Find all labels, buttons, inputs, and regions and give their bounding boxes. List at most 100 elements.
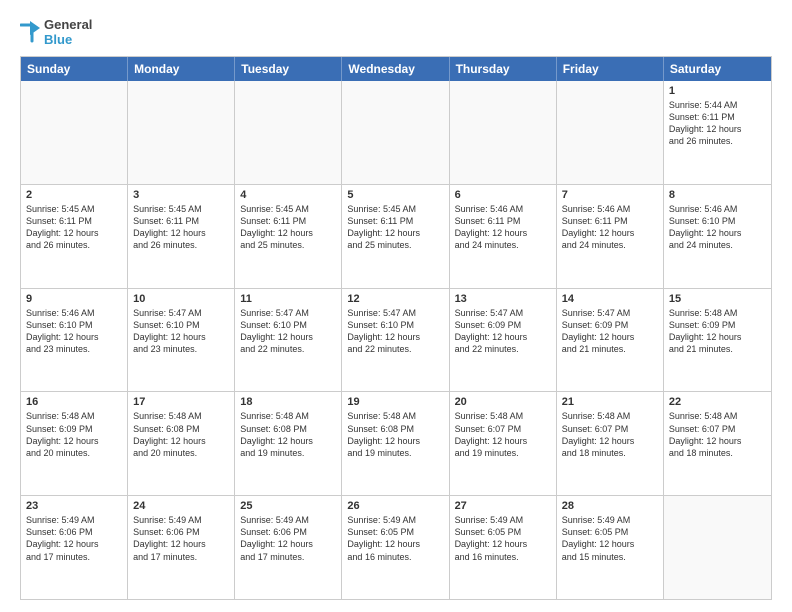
calendar-cell: 23 Sunrise: 5:49 AM Sunset: 6:06 PM Dayli… [21,496,128,599]
logo: General Blue [20,18,92,48]
day-number: 16 [26,396,122,408]
calendar-cell [235,81,342,184]
header-day-monday: Monday [128,57,235,81]
day-info: Sunrise: 5:48 AM Sunset: 6:08 PM Dayligh… [347,410,443,459]
logo-general-text: General [44,18,92,33]
day-info: Sunrise: 5:47 AM Sunset: 6:10 PM Dayligh… [240,307,336,356]
day-number: 5 [347,189,443,201]
day-number: 12 [347,293,443,305]
calendar-cell: 18 Sunrise: 5:48 AM Sunset: 6:08 PM Dayli… [235,392,342,495]
day-info: Sunrise: 5:45 AM Sunset: 6:11 PM Dayligh… [240,203,336,252]
calendar-cell: 24 Sunrise: 5:49 AM Sunset: 6:06 PM Dayli… [128,496,235,599]
calendar-header-row: SundayMondayTuesdayWednesdayThursdayFrid… [21,57,771,81]
calendar-cell: 8 Sunrise: 5:46 AM Sunset: 6:10 PM Daylig… [664,185,771,288]
calendar-cell [450,81,557,184]
calendar-cell [128,81,235,184]
calendar-cell [557,81,664,184]
calendar-cell: 10Sunrise: 5:47 AM Sunset: 6:10 PM Dayli… [128,289,235,392]
day-info: Sunrise: 5:47 AM Sunset: 6:10 PM Dayligh… [347,307,443,356]
calendar-cell: 19 Sunrise: 5:48 AM Sunset: 6:08 PM Dayli… [342,392,449,495]
day-number: 24 [133,500,229,512]
calendar-cell: 21Sunrise: 5:48 AM Sunset: 6:07 PM Dayli… [557,392,664,495]
day-info: Sunrise: 5:48 AM Sunset: 6:08 PM Dayligh… [133,410,229,459]
day-number: 17 [133,396,229,408]
calendar-cell: 7Sunrise: 5:46 AM Sunset: 6:11 PM Daylig… [557,185,664,288]
day-info: Sunrise: 5:44 AM Sunset: 6:11 PM Dayligh… [669,99,766,148]
calendar-cell: 12 Sunrise: 5:47 AM Sunset: 6:10 PM Dayli… [342,289,449,392]
day-info: Sunrise: 5:45 AM Sunset: 6:11 PM Dayligh… [347,203,443,252]
calendar-cell: 9 Sunrise: 5:46 AM Sunset: 6:10 PM Daylig… [21,289,128,392]
header-day-sunday: Sunday [21,57,128,81]
logo-container: General Blue [20,18,92,48]
calendar-week-4: 16 Sunrise: 5:48 AM Sunset: 6:09 PM Dayli… [21,392,771,496]
calendar-cell: 4Sunrise: 5:45 AM Sunset: 6:11 PM Daylig… [235,185,342,288]
calendar-cell: 16 Sunrise: 5:48 AM Sunset: 6:09 PM Dayli… [21,392,128,495]
calendar-cell [342,81,449,184]
header-day-wednesday: Wednesday [342,57,449,81]
day-number: 15 [669,293,766,305]
calendar-week-2: 2 Sunrise: 5:45 AM Sunset: 6:11 PM Daylig… [21,185,771,289]
calendar-cell: 26 Sunrise: 5:49 AM Sunset: 6:05 PM Dayli… [342,496,449,599]
day-info: Sunrise: 5:48 AM Sunset: 6:07 PM Dayligh… [455,410,551,459]
day-info: Sunrise: 5:47 AM Sunset: 6:09 PM Dayligh… [562,307,658,356]
day-number: 26 [347,500,443,512]
day-info: Sunrise: 5:48 AM Sunset: 6:07 PM Dayligh… [562,410,658,459]
calendar-cell: 1Sunrise: 5:44 AM Sunset: 6:11 PM Daylig… [664,81,771,184]
day-info: Sunrise: 5:45 AM Sunset: 6:11 PM Dayligh… [26,203,122,252]
calendar-cell: 2 Sunrise: 5:45 AM Sunset: 6:11 PM Daylig… [21,185,128,288]
day-number: 28 [562,500,658,512]
day-info: Sunrise: 5:49 AM Sunset: 6:05 PM Dayligh… [347,514,443,563]
day-info: Sunrise: 5:48 AM Sunset: 6:09 PM Dayligh… [26,410,122,459]
calendar-cell: 17 Sunrise: 5:48 AM Sunset: 6:08 PM Dayli… [128,392,235,495]
calendar-cell: 13Sunrise: 5:47 AM Sunset: 6:09 PM Dayli… [450,289,557,392]
day-number: 8 [669,189,766,201]
day-number: 25 [240,500,336,512]
calendar-cell: 15 Sunrise: 5:48 AM Sunset: 6:09 PM Dayli… [664,289,771,392]
calendar-cell: 5 Sunrise: 5:45 AM Sunset: 6:11 PM Daylig… [342,185,449,288]
day-number: 27 [455,500,551,512]
day-info: Sunrise: 5:47 AM Sunset: 6:10 PM Dayligh… [133,307,229,356]
day-info: Sunrise: 5:48 AM Sunset: 6:09 PM Dayligh… [669,307,766,356]
day-number: 23 [26,500,122,512]
day-info: Sunrise: 5:48 AM Sunset: 6:07 PM Dayligh… [669,410,766,459]
calendar-cell: 22 Sunrise: 5:48 AM Sunset: 6:07 PM Dayli… [664,392,771,495]
calendar-cell: 20 Sunrise: 5:48 AM Sunset: 6:07 PM Dayli… [450,392,557,495]
header: General Blue [20,18,772,48]
calendar-cell: 27 Sunrise: 5:49 AM Sunset: 6:05 PM Dayli… [450,496,557,599]
calendar-cell: 28 Sunrise: 5:49 AM Sunset: 6:05 PM Dayli… [557,496,664,599]
day-number: 3 [133,189,229,201]
calendar-cell: 3Sunrise: 5:45 AM Sunset: 6:11 PM Daylig… [128,185,235,288]
day-info: Sunrise: 5:46 AM Sunset: 6:10 PM Dayligh… [669,203,766,252]
header-day-tuesday: Tuesday [235,57,342,81]
day-info: Sunrise: 5:46 AM Sunset: 6:10 PM Dayligh… [26,307,122,356]
day-number: 11 [240,293,336,305]
calendar-week-3: 9 Sunrise: 5:46 AM Sunset: 6:10 PM Daylig… [21,289,771,393]
logo-blue-text: Blue [44,33,92,48]
calendar-page: General Blue SundayMondayTuesdayWednesda… [0,0,792,612]
calendar: SundayMondayTuesdayWednesdayThursdayFrid… [20,56,772,600]
day-number: 19 [347,396,443,408]
day-number: 22 [669,396,766,408]
day-info: Sunrise: 5:49 AM Sunset: 6:05 PM Dayligh… [562,514,658,563]
day-number: 9 [26,293,122,305]
calendar-week-1: 1Sunrise: 5:44 AM Sunset: 6:11 PM Daylig… [21,81,771,185]
calendar-cell: 6 Sunrise: 5:46 AM Sunset: 6:11 PM Daylig… [450,185,557,288]
day-number: 14 [562,293,658,305]
logo-icon [20,19,42,47]
header-day-friday: Friday [557,57,664,81]
day-number: 18 [240,396,336,408]
calendar-cell [664,496,771,599]
day-number: 20 [455,396,551,408]
day-info: Sunrise: 5:49 AM Sunset: 6:06 PM Dayligh… [240,514,336,563]
day-info: Sunrise: 5:46 AM Sunset: 6:11 PM Dayligh… [455,203,551,252]
day-info: Sunrise: 5:49 AM Sunset: 6:05 PM Dayligh… [455,514,551,563]
day-number: 6 [455,189,551,201]
day-info: Sunrise: 5:46 AM Sunset: 6:11 PM Dayligh… [562,203,658,252]
calendar-body: 1Sunrise: 5:44 AM Sunset: 6:11 PM Daylig… [21,81,771,599]
calendar-cell: 14 Sunrise: 5:47 AM Sunset: 6:09 PM Dayli… [557,289,664,392]
day-info: Sunrise: 5:49 AM Sunset: 6:06 PM Dayligh… [133,514,229,563]
day-number: 2 [26,189,122,201]
calendar-cell [21,81,128,184]
day-info: Sunrise: 5:49 AM Sunset: 6:06 PM Dayligh… [26,514,122,563]
day-info: Sunrise: 5:48 AM Sunset: 6:08 PM Dayligh… [240,410,336,459]
